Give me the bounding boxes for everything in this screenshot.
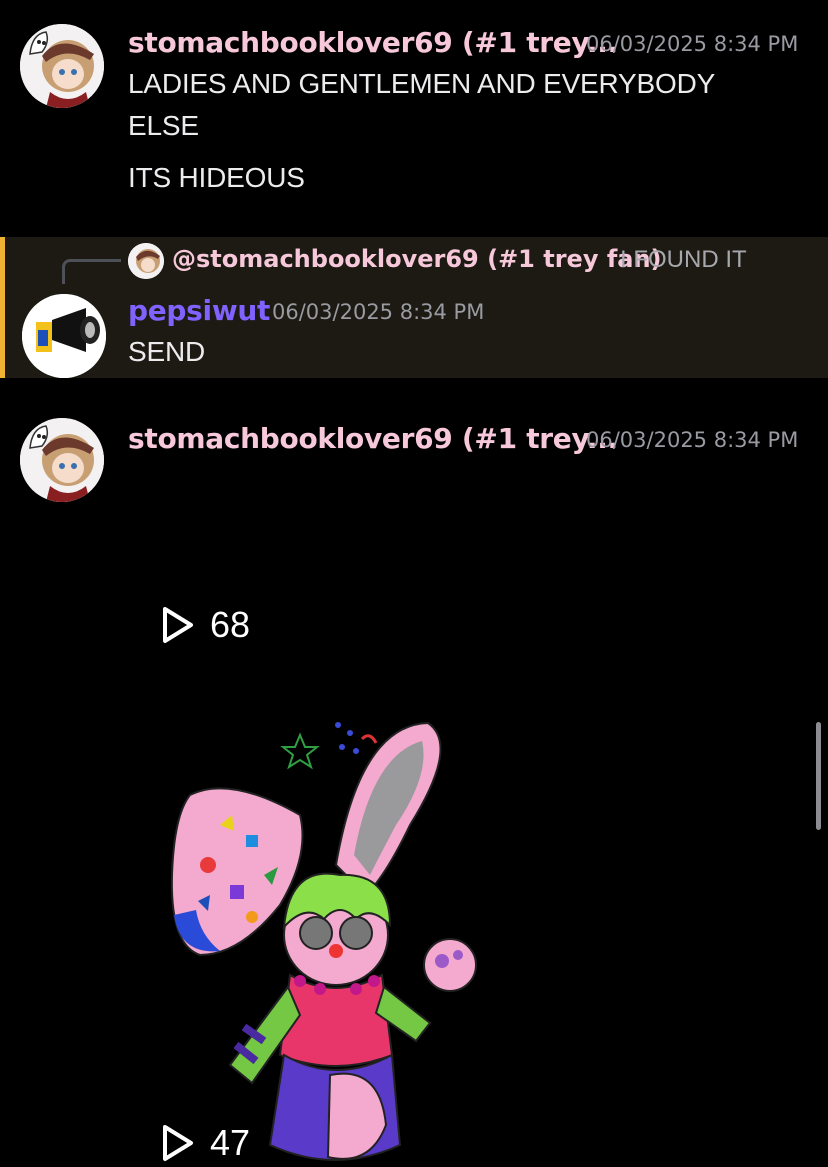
avatar[interactable]	[20, 418, 104, 502]
reply-preview-text[interactable]: I FOUND IT	[620, 246, 747, 274]
view-count: 47	[160, 1122, 250, 1164]
reply-connector	[62, 259, 121, 284]
view-count-value: 68	[210, 604, 251, 645]
play-outline-icon	[163, 1125, 193, 1161]
username[interactable]: stomachbooklover69 (#1 trey...	[128, 26, 618, 59]
mention-highlight-bar	[0, 237, 5, 378]
reply-mention[interactable]: @stomachbooklover69 (#1 trey fan)	[172, 245, 662, 273]
message-line: ITS HIDEOUS	[128, 162, 305, 193]
reply-avatar-illustration	[128, 243, 164, 279]
timestamp: 06/03/2025 8:34 PM	[272, 300, 485, 324]
play-outline-icon	[163, 607, 193, 643]
username[interactable]: stomachbooklover69 (#1 trey...	[128, 422, 618, 455]
scrollbar[interactable]	[816, 722, 821, 830]
avatar-illustration	[20, 418, 104, 502]
message-line: ELSE	[128, 110, 199, 141]
message-line: SEND	[128, 336, 205, 367]
message-line: LADIES AND GENTLEMEN AND EVERYBODY	[128, 68, 716, 99]
view-count: 68	[160, 604, 250, 646]
avatar[interactable]	[20, 24, 104, 108]
avatar[interactable]	[22, 294, 106, 378]
reply-avatar[interactable]	[128, 243, 164, 279]
view-count-value: 47	[210, 1122, 251, 1163]
username[interactable]: pepsiwut	[128, 294, 270, 327]
artwork-image[interactable]	[160, 705, 490, 1167]
avatar-illustration	[20, 24, 104, 108]
timestamp: 06/03/2025 8:34 PM	[586, 32, 799, 56]
timestamp: 06/03/2025 8:34 PM	[586, 428, 799, 452]
avatar-illustration	[22, 294, 106, 378]
